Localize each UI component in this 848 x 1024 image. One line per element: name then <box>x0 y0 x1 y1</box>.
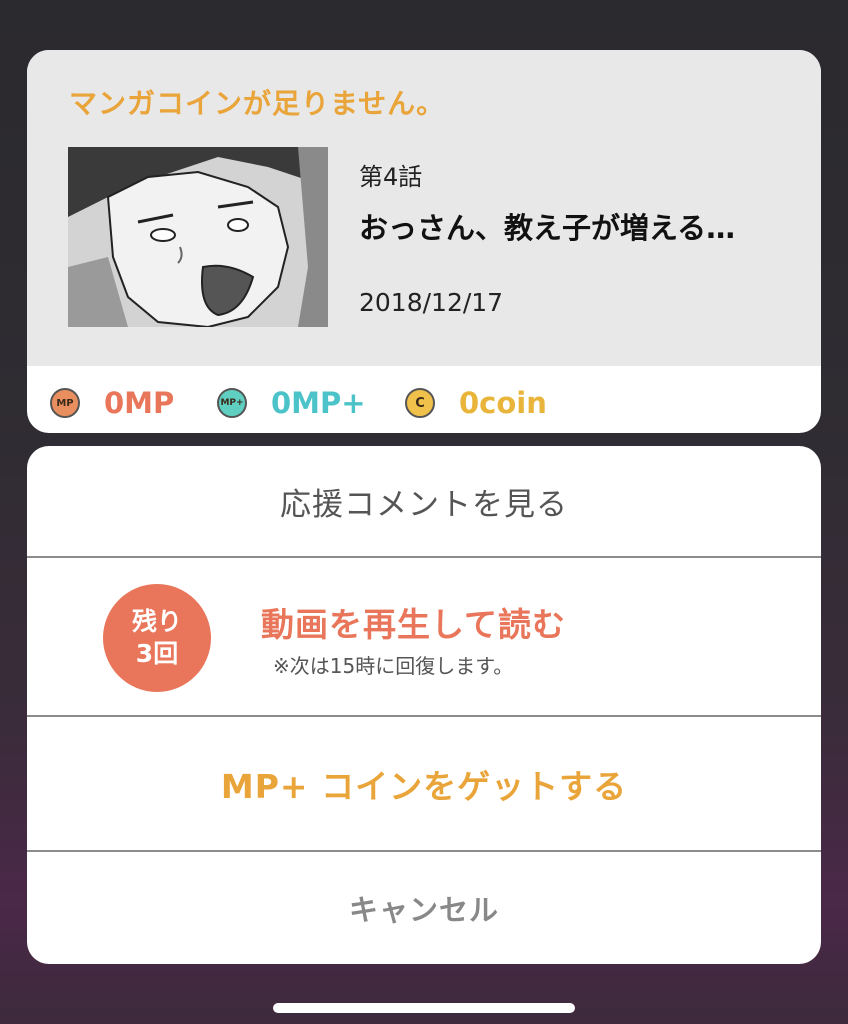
mp-coin-icon: MP <box>50 388 80 418</box>
play-video-button[interactable]: 残り 3回 動画を再生して読む ※次は15時に回復します。 <box>27 558 821 715</box>
recovery-note: ※次は15時に回復します。 <box>273 654 514 678</box>
mp-plus-balance-value: 0MP+ <box>271 386 366 420</box>
coin-balance-value: 0coin <box>459 386 547 420</box>
view-comments-button[interactable]: 応援コメントを見る <box>27 446 821 556</box>
get-mp-plus-coins-button[interactable]: MP+ コインをゲットする <box>27 717 821 850</box>
cancel-button[interactable]: キャンセル <box>27 852 821 964</box>
remaining-plays-badge: 残り 3回 <box>103 584 211 692</box>
get-mp-plus-coins-label: MP+ コインをゲットする <box>220 766 628 806</box>
action-sheet: 応援コメントを見る 残り 3回 動画を再生して読む ※次は15時に回復します。 … <box>27 446 821 964</box>
episode-release-date: 2018/12/17 <box>359 288 504 317</box>
episode-info-panel: マンガコインが足りません。 第4話 おっさん、教え子が増える… 2018/12/… <box>27 50 821 366</box>
home-indicator[interactable] <box>273 1003 575 1013</box>
coin-icon: C <box>405 388 435 418</box>
mp-balance-value: 0MP <box>104 386 175 420</box>
episode-title: おっさん、教え子が増える… <box>359 211 736 245</box>
coin-balance: C 0coin <box>405 386 547 420</box>
remaining-count: 3回 <box>135 639 179 668</box>
episode-number: 第4話 <box>359 163 423 191</box>
view-comments-label: 応援コメントを見る <box>280 486 568 523</box>
mp-balance: MP 0MP <box>50 386 174 420</box>
episode-thumbnail <box>68 147 328 327</box>
insufficient-coins-card: マンガコインが足りません。 第4話 おっさん、教え子が増える… 2018/12/… <box>27 50 821 433</box>
insufficient-coins-title: マンガコインが足りません。 <box>69 87 446 120</box>
mp-plus-balance: MP+ 0MP+ <box>217 386 366 420</box>
mp-plus-coin-icon: MP+ <box>217 388 247 418</box>
remaining-label: 残り <box>131 607 182 636</box>
play-video-label: 動画を再生して読む <box>261 605 567 644</box>
cancel-label: キャンセル <box>348 893 499 927</box>
